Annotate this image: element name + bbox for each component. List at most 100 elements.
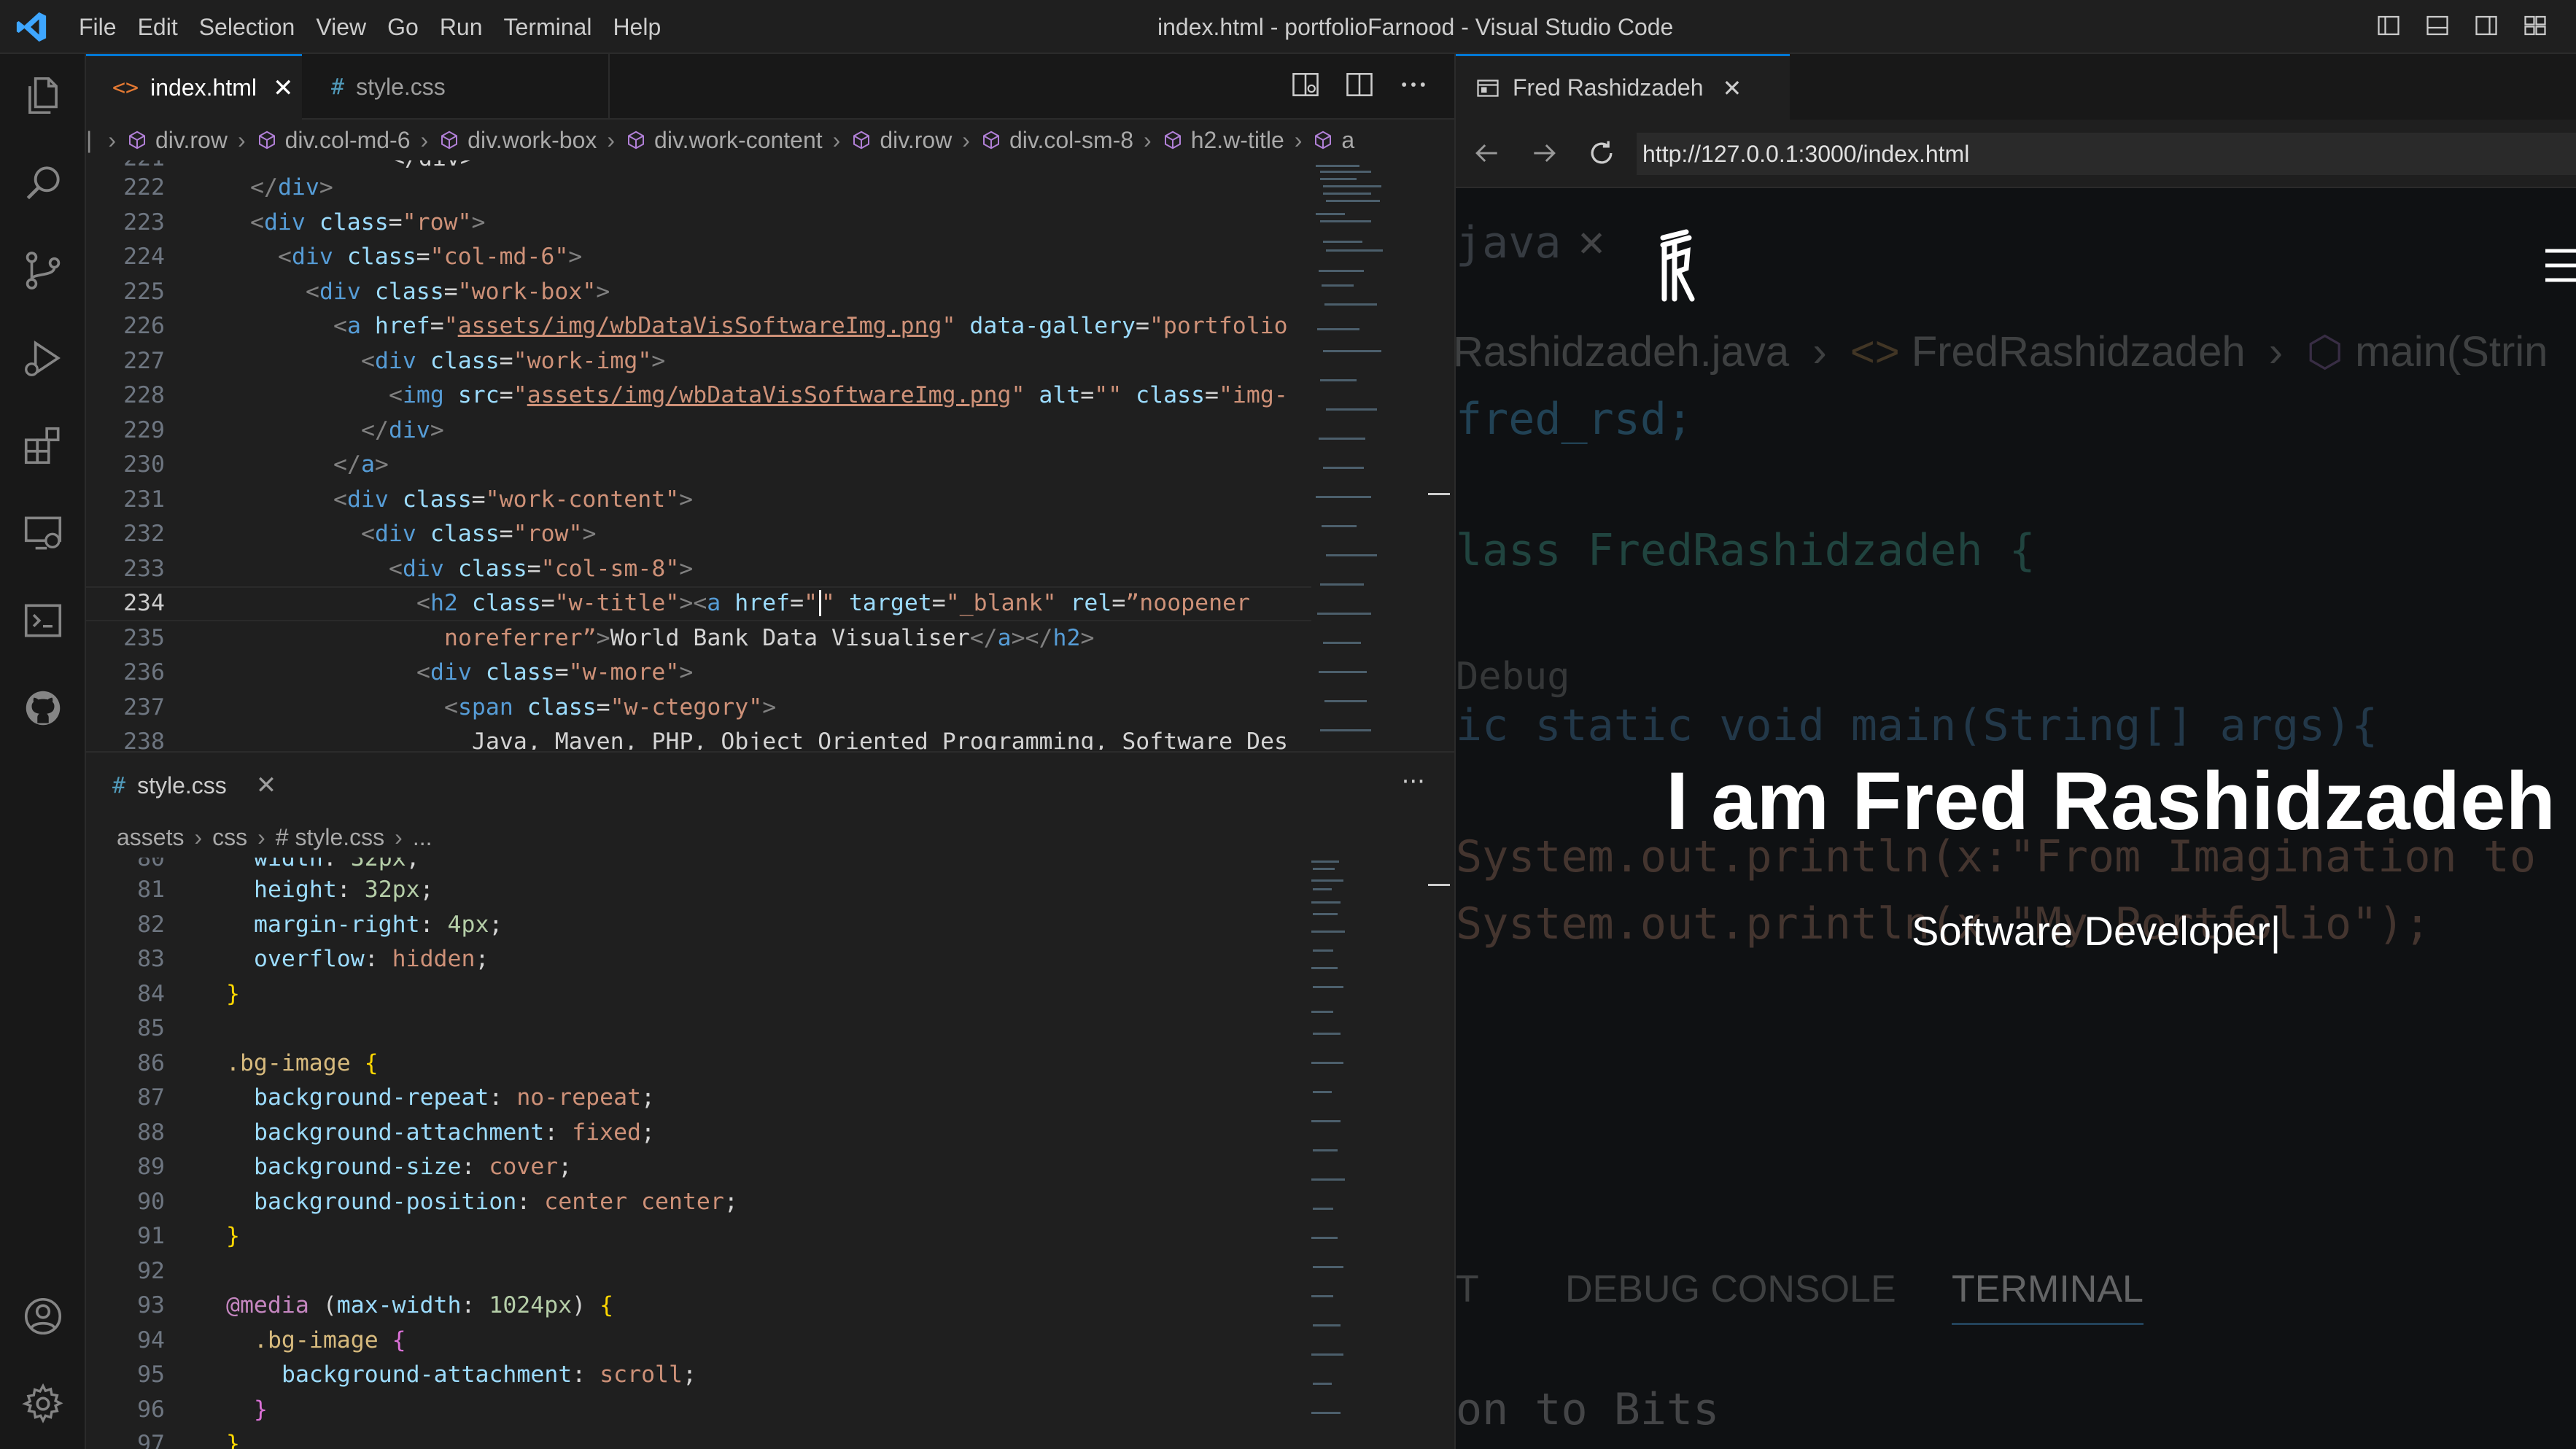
code-line: 87 background-repeat: no-repeat;: [137, 1084, 655, 1111]
menu-selection[interactable]: Selection: [199, 14, 314, 41]
code-line: 235 noreferrer”>World Bank Data Visualise…: [123, 624, 1095, 651]
forward-arrow-icon[interactable]: [1529, 137, 1561, 169]
url-input[interactable]: http://127.0.0.1:3000/index.html: [1637, 133, 2576, 175]
remote-explorer-icon[interactable]: [18, 508, 69, 559]
browser-address-bar: http://127.0.0.1:3000/index.html: [1456, 120, 2576, 188]
window-title: index.html - portfolioFarnood - Visual S…: [1157, 14, 1674, 40]
code-editor-html[interactable]: 221</div> 222</div> 223<div class="row">…: [86, 160, 1454, 750]
simple-browser-pane: Fred Rashidzadeh ✕ http://127.0.0.1:3000…: [1454, 54, 2576, 1449]
breadcrumb-item[interactable]: h2.w-title: [1162, 127, 1284, 154]
minimap[interactable]: [1308, 858, 1378, 1441]
menu-go[interactable]: Go: [387, 14, 437, 41]
hero-bg-crumb: Rashidzadeh.java › <> FredRashidzadeh › …: [1456, 328, 2548, 376]
code-editor-css[interactable]: 80 width: 32px; 81 height: 32px; 82 margin-…: [86, 858, 1454, 1449]
breadcrumb-item[interactable]: a: [1312, 127, 1354, 154]
hero-bg-tab-text: java: [1456, 217, 1561, 268]
tab-style-css-bottom[interactable]: # style.css ✕: [86, 753, 305, 818]
breadcrumb-item[interactable]: div.col-sm-8: [980, 127, 1133, 154]
element-icon: [853, 131, 870, 149]
menu-help[interactable]: Help: [613, 14, 679, 41]
github-icon[interactable]: [18, 683, 69, 734]
css-file-icon: #: [331, 74, 345, 100]
browser-icon: [1477, 79, 1499, 97]
hero-bg-panel-tab: DEBUG CONSOLE: [1565, 1268, 1896, 1310]
breadcrumb-item[interactable]: ...: [413, 824, 432, 851]
source-control-icon[interactable]: [18, 245, 69, 296]
breadcrumb-item[interactable]: div.row: [126, 127, 228, 154]
portfolio-site-preview: java ✕ Rashidzadeh.java › <> FredRashidz…: [1456, 188, 2576, 1449]
menu-edit[interactable]: Edit: [138, 14, 196, 41]
customize-layout-icon[interactable]: [2522, 12, 2548, 39]
editor-tabs: <> index.html ✕ # style.css: [86, 54, 1454, 120]
close-icon[interactable]: ✕: [1722, 74, 1742, 102]
menu-file[interactable]: File: [79, 14, 135, 41]
code-line: 236 <div class="w-more">: [123, 659, 694, 685]
terminal-icon[interactable]: [18, 595, 69, 646]
reload-icon[interactable]: [1586, 137, 1618, 169]
code-line: 225 <div class="work-box">: [123, 278, 610, 305]
run-debug-icon[interactable]: [18, 333, 69, 384]
close-icon[interactable]: ✕: [273, 74, 294, 103]
more-actions-icon[interactable]: [1397, 69, 1429, 101]
menu-bar: File Edit Selection View Go Run Terminal…: [79, 0, 682, 54]
code-line: 97}: [137, 1431, 240, 1449]
code-line: 228 <img src="assets/img/wbDataVisSoftwar…: [123, 382, 1288, 408]
toggle-primary-sidebar-icon[interactable]: [2375, 12, 2402, 39]
hero-bg-code-line: ic static void main(String[] args){: [1456, 700, 2378, 751]
breadcrumb-item[interactable]: div.row: [850, 127, 952, 154]
code-line: 90 background-position: center center;: [137, 1188, 738, 1215]
breadcrumb-item[interactable]: div.work-box: [438, 127, 597, 154]
minimap[interactable]: [1313, 160, 1383, 744]
menu-run[interactable]: Run: [440, 14, 501, 41]
code-line: 229 </div>: [123, 416, 444, 443]
breadcrumb-item[interactable]: css: [212, 824, 247, 851]
account-icon[interactable]: [18, 1291, 69, 1342]
settings-gear-icon[interactable]: [18, 1378, 69, 1429]
scrollbar-marker: [1428, 493, 1450, 495]
hero-bg-panel-tab: T: [1456, 1268, 1479, 1310]
code-line: 83 overflow: hidden;: [137, 946, 489, 972]
breadcrumb-item[interactable]: assets: [117, 824, 184, 851]
element-icon: [982, 131, 999, 149]
code-line: 233 <div class="col-sm-8">: [123, 555, 694, 582]
hero-bg-code-line: lass FredRashidzadeh {: [1456, 525, 2036, 576]
toggle-secondary-sidebar-icon[interactable]: [2473, 12, 2499, 39]
menu-view[interactable]: View: [316, 14, 384, 41]
code-line: 81 height: 32px;: [137, 877, 434, 903]
code-line: 238 Java, Maven, PHP, Object Oriented Pro…: [123, 729, 1288, 750]
tab-style-css[interactable]: # style.css: [302, 54, 610, 120]
site-logo-icon[interactable]: [1657, 229, 1698, 302]
breadcrumb: | › div.row › div.col-md-6 › div.work-box › …: [86, 120, 1454, 160]
activity-bar: [0, 54, 86, 1449]
css-file-icon: #: [112, 772, 126, 799]
code-line: 85: [137, 1015, 165, 1041]
tab-index-html[interactable]: <> index.html ✕: [86, 54, 302, 120]
breadcrumb-item[interactable]: # style.css: [276, 824, 384, 851]
search-icon[interactable]: [18, 158, 69, 209]
open-preview-icon[interactable]: [1289, 69, 1322, 101]
hero-bg-terminal-line: on to Bits: [1456, 1384, 1720, 1435]
toggle-panel-icon[interactable]: [2424, 12, 2451, 39]
hero-bg-close-icon: ✕: [1578, 216, 1605, 267]
split-editor-icon[interactable]: [1343, 69, 1376, 101]
close-icon[interactable]: ✕: [256, 771, 277, 800]
breadcrumb-item[interactable]: div.work-content: [625, 127, 823, 154]
tab-label: Fred Rashidzadeh: [1513, 74, 1704, 101]
more-actions-icon[interactable]: ···: [1402, 767, 1425, 796]
html-file-icon: <>: [112, 75, 139, 101]
code-line: 237 <span class="w-ctegory">: [123, 694, 777, 720]
menu-terminal[interactable]: Terminal: [504, 14, 610, 41]
tab-fred-rashidzadeh[interactable]: Fred Rashidzadeh ✕: [1456, 54, 1790, 120]
element-icon: [441, 131, 458, 149]
breadcrumb-item[interactable]: div.col-md-6: [256, 127, 411, 154]
code-line: 222 </div>: [123, 174, 333, 201]
extensions-icon[interactable]: [18, 420, 69, 471]
code-line: 93 @media (max-width: 1024px) {: [137, 1292, 614, 1318]
code-line: 226 <a href="assets/img/wbDataVisSoftware…: [123, 313, 1288, 339]
hamburger-menu-icon[interactable]: [2541, 246, 2576, 286]
code-line: 231 <div class="work-content">: [123, 486, 694, 513]
explorer-icon[interactable]: [18, 70, 69, 121]
editor-tabs-bottom: # style.css ✕ ···: [86, 751, 1454, 817]
code-line: 224 <div class="col-md-6">: [123, 244, 583, 270]
back-arrow-icon[interactable]: [1470, 137, 1502, 169]
